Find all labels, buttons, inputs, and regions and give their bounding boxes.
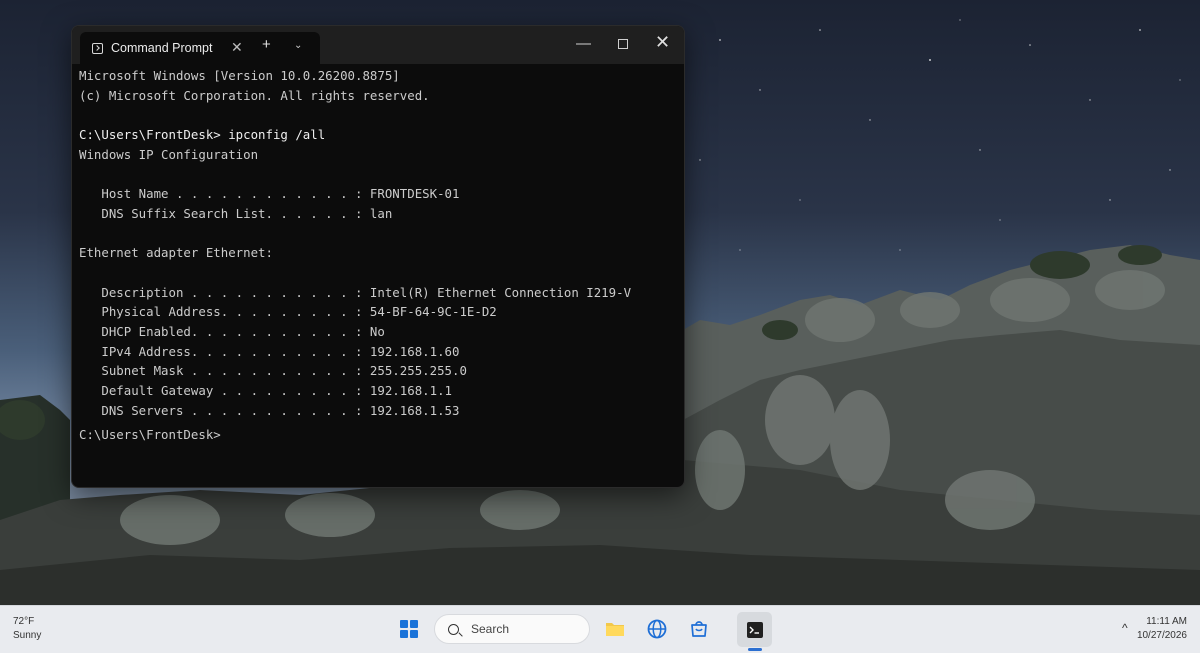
command-prompt-window[interactable]: Command Prompt ✕ + ⌄ — ✕ Microsoft Windo… — [71, 25, 685, 488]
search-placeholder: Search — [471, 622, 510, 636]
windows-start-icon[interactable] — [400, 620, 418, 638]
close-icon[interactable]: ✕ — [655, 32, 670, 53]
terminal-icon[interactable] — [743, 618, 767, 642]
console-prompt[interactable]: C:\Users\FrontDesk> — [79, 425, 678, 445]
console-line: IPv4 Address. . . . . . . . . . . : 192.… — [79, 343, 460, 359]
new-tab-icon[interactable]: + — [262, 36, 271, 53]
tab-close-icon[interactable]: ✕ — [231, 39, 243, 56]
clock-date: 10/27/2026 — [1136, 630, 1187, 641]
console-line: Default Gateway . . . . . . . . . : 192.… — [79, 383, 452, 398]
title-bar[interactable]: Command Prompt ✕ + ⌄ — ✕ — [72, 26, 684, 64]
console-line: Subnet Mask . . . . . . . . . . . : 255.… — [79, 363, 467, 379]
system-clock[interactable]: 11:11 AM 10/27/2026 — [1137, 615, 1187, 643]
console-line: Ethernet adapter Ethernet: — [79, 245, 273, 261]
console-line: Microsoft Windows [Version 10.0.26200.88… — [79, 68, 400, 83]
console-line: DNS Servers . . . . . . . . . . . : 192.… — [79, 402, 460, 418]
console-line: DHCP Enabled. . . . . . . . . . . : No — [79, 323, 385, 339]
weather-description: Sunny — [13, 630, 42, 641]
tab-title: Command Prompt — [111, 41, 213, 55]
microsoft-store-icon[interactable] — [687, 617, 711, 641]
active-app-indicator — [748, 648, 762, 651]
chevron-up-icon[interactable]: ^ — [1122, 621, 1128, 635]
console-command-line: C:\Users\FrontDesk> ipconfig /all — [79, 127, 326, 143]
clock-time: 11:11 AM — [1146, 616, 1187, 627]
console-line: Windows IP Configuration — [79, 146, 259, 162]
console-line: Physical Address. . . . . . . . . : 54-B… — [79, 304, 497, 320]
chevron-down-icon[interactable]: ⌄ — [294, 40, 302, 51]
console-line: Host Name . . . . . . . . . . . . : FRON… — [79, 186, 460, 202]
minimize-icon[interactable]: — — [576, 35, 591, 52]
terminal-icon — [92, 42, 103, 54]
search-icon — [448, 623, 459, 635]
console-line: (c) Microsoft Corporation. All rights re… — [79, 87, 430, 103]
weather-temperature: 72°F — [13, 616, 35, 627]
edge-browser-icon[interactable] — [645, 617, 669, 641]
console-output[interactable]: Microsoft Windows [Version 10.0.26200.88… — [79, 66, 678, 445]
taskbar: 72°F Sunny Search ^ 11:11 AM 10/27/2026 — [0, 605, 1200, 653]
console-line: Description . . . . . . . . . . . : Inte… — [79, 284, 632, 300]
taskbar-search-box[interactable]: Search — [434, 614, 590, 644]
tab-command-prompt[interactable]: Command Prompt ✕ — [80, 32, 320, 64]
file-explorer-icon[interactable] — [603, 617, 627, 641]
maximize-icon[interactable] — [618, 39, 628, 49]
weather-widget[interactable]: 72°F Sunny — [13, 615, 41, 643]
console-line: DNS Suffix Search List. . . . . . : lan — [79, 205, 393, 221]
